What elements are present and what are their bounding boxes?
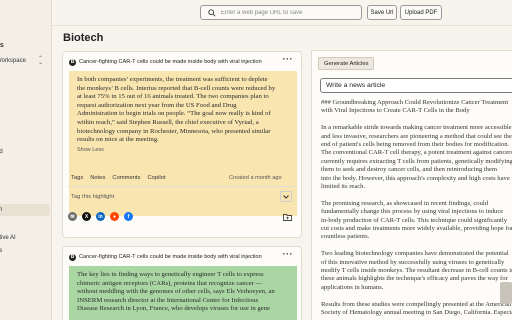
source-favicon-icon: B (69, 253, 76, 261)
article-line: The conventional CAR-T cell therapy, a p… (321, 149, 512, 157)
article-line: cut costs and make treatments more widel… (321, 225, 512, 233)
article-line: countless patients. (321, 233, 370, 241)
article-paragraph: ### Groundbreaking Approach Could Revolu… (321, 99, 512, 116)
highlight-line: at least 75% in 15 out of 16 animals tre… (77, 93, 269, 101)
article-paragraph: Results from these studies were compelli… (321, 301, 512, 318)
highlight-line: The key lies in finding ways to genetica… (77, 271, 264, 278)
new-article-input[interactable] (320, 78, 512, 93)
tag-input[interactable] (71, 192, 271, 202)
upload-pdf-button[interactable]: Upload PDF (400, 5, 442, 20)
article-paragraph: In a remarkable stride towards making ca… (321, 124, 512, 191)
article-line: with Viral Injections to Create CAR-T Ce… (321, 107, 470, 115)
facebook-icon[interactable]: f (124, 212, 133, 221)
highlight-line: Disease Research in Lyon, France, who de… (77, 305, 270, 313)
highlight-line: results on mice at the meeting. (77, 136, 159, 144)
highlight-card-2: B Cancer-fighting CAR-T cells could be m… (62, 246, 302, 320)
article-line: Two leading biotechnology companies have… (321, 250, 509, 258)
highlight-text: The key lies in finding ways to genetica… (69, 266, 297, 320)
highlight-line: In both companies’ experiments, the trea… (77, 76, 268, 83)
tab-divider (68, 186, 296, 187)
highlight-line: INSERM research director at the Internat… (77, 296, 259, 304)
highlight-line: without meddling with the genomes of oth… (77, 288, 275, 296)
sidebar-item[interactable]: ed (0, 149, 3, 155)
generated-article: ### Groundbreaking Approach Could Revolu… (321, 99, 512, 320)
tag-dropdown-chevron-icon[interactable] (280, 191, 292, 202)
url-search-box[interactable] (200, 5, 362, 20)
highlight-card: B Cancer-fighting CAR-T cells could be m… (62, 51, 302, 238)
card-source-title[interactable]: Cancer-fighting CAR-T cells could be mad… (79, 254, 262, 260)
reddit-icon[interactable]: ● (110, 212, 119, 221)
created-timestamp: Created a month ago (229, 175, 282, 181)
article-line: in-body production of CAR-T cells. This … (321, 216, 507, 224)
highlight-line: chimeric antigen receptors (CARs), prote… (77, 279, 263, 287)
folder-icon[interactable] (283, 213, 292, 221)
article-line: Results from these studies were compelli… (321, 300, 512, 308)
article-line: these animals highlights the technique's… (321, 275, 508, 283)
article-line: Society of Hematology annual meeting in … (321, 309, 512, 317)
more-options-icon[interactable]: ··· (283, 249, 294, 259)
scrollbar-thumb[interactable] (500, 282, 512, 304)
save-url-button[interactable]: Save Url (367, 5, 397, 20)
top-bar: Save Url Upload PDF (52, 0, 512, 26)
card-source-title[interactable]: Cancer-fighting CAR-T cells could be mad… (79, 59, 262, 65)
highlight-line: the monkeys’ B cells. Interius reported … (77, 84, 276, 92)
article-line: and less invasive, researchers are pione… (321, 132, 512, 140)
sidebar: esWorkspacetedchative AIns ⌃⌄ (0, 0, 52, 320)
linkedin-icon[interactable]: in (96, 212, 105, 221)
card-header[interactable]: B Cancer-fighting CAR-T cells could be m… (69, 57, 262, 67)
sidebar-item[interactable]: es (0, 42, 4, 49)
article-line: modify T cells inside monkeys. The resul… (321, 267, 512, 275)
source-favicon-icon: B (69, 58, 76, 66)
workspace-switcher-chevron-icon[interactable]: ⌃ ⌄ (38, 56, 43, 66)
highlight-line: Administration to begin trials on people… (77, 110, 271, 118)
sidebar-active-indicator (0, 204, 50, 216)
sidebar-item[interactable]: ative AI (0, 235, 16, 241)
article-paragraph: Two leading biotechnology companies have… (321, 250, 512, 292)
article-line: into the body. However, this approach's … (321, 174, 510, 182)
search-icon (208, 9, 216, 17)
page-title: Biotech (63, 32, 104, 44)
article-line: applications in humans. (321, 283, 384, 291)
article-line: currently requires extracting T cells fr… (321, 157, 512, 165)
email-icon[interactable]: ✉ (68, 212, 77, 221)
article-line: ### Groundbreaking Approach Could Revolu… (321, 99, 509, 106)
article-line: The promising research, as showcased in … (321, 199, 488, 207)
url-input[interactable] (221, 7, 359, 18)
x-icon[interactable]: X (82, 212, 91, 221)
highlight-line: biotechnology company in Rochester, Minn… (77, 127, 271, 135)
more-options-icon[interactable]: ··· (283, 54, 294, 64)
share-icons: ✉ X in ● f (68, 212, 138, 221)
sidebar-item[interactable]: ch (0, 207, 2, 213)
article-line: limited its reach. (321, 183, 366, 191)
article-line: end of patient's cells being removed fro… (321, 141, 510, 149)
highlight-line: request authorization next year from the… (77, 101, 237, 109)
show-less-link[interactable]: Show Less (77, 146, 291, 155)
article-line: In a remarkable stride towards making ca… (321, 124, 512, 132)
card-header[interactable]: B Cancer-fighting CAR-T cells could be m… (69, 252, 262, 262)
sidebar-item[interactable]: ns (0, 248, 2, 254)
generate-articles-button[interactable]: Generate Articles (318, 57, 375, 70)
article-generator-panel: Generate Articles ### Groundbreaking App… (311, 50, 512, 320)
article-line: fundamentally change this process by usi… (321, 208, 504, 216)
article-line: them to seek and destroy cancer cells, a… (321, 166, 497, 174)
article-line: of this innovative method by successfull… (321, 258, 505, 266)
article-paragraph: The promising research, as showcased in … (321, 200, 512, 242)
sidebar-item[interactable]: Workspace (0, 58, 26, 64)
highlight-line: within reach,” said Stephen Russell, the… (77, 118, 259, 126)
